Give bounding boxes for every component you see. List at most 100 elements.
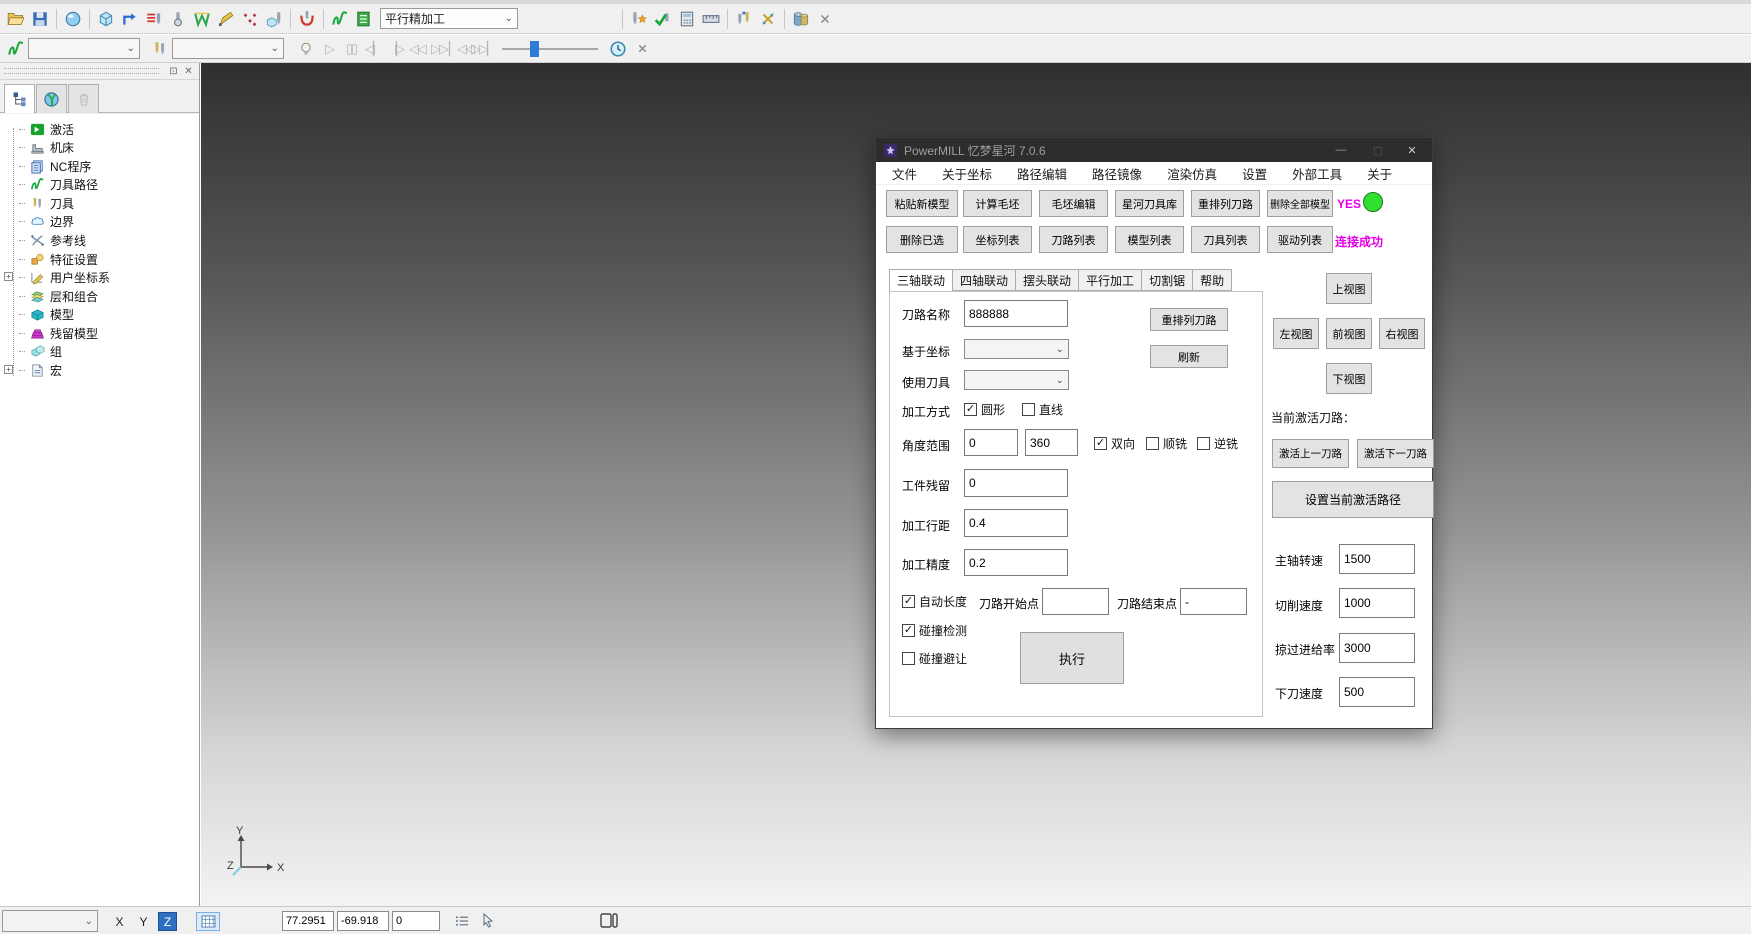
menu-file[interactable]: 文件 — [892, 164, 917, 183]
angle-to-input[interactable] — [1025, 429, 1078, 456]
tree-item-levels-and-sets[interactable]: 层和组合 — [19, 287, 98, 305]
tree-item-toolpaths[interactable]: 刀具路径 — [19, 175, 98, 193]
coord-z-input[interactable] — [392, 911, 440, 931]
lamp-icon[interactable] — [294, 37, 318, 61]
tolerance-input[interactable] — [964, 549, 1068, 576]
strategy-dropdown[interactable]: 平行精加工 ⌄ — [380, 8, 518, 29]
coord-y-input[interactable] — [337, 911, 389, 931]
bidirectional-checkbox[interactable]: ✓双向 — [1094, 435, 1135, 452]
pm-toolpath-icon[interactable] — [328, 7, 352, 31]
tree-item-models[interactable]: 模型 — [19, 305, 74, 323]
panel-close-icon[interactable]: ✕ — [181, 64, 196, 78]
delete-selected-button[interactable]: 删除已选 — [886, 226, 958, 253]
transform-arrows-icon[interactable] — [756, 7, 780, 31]
tool-block-icon[interactable] — [262, 7, 286, 31]
close-toolbar-icon[interactable] — [630, 37, 654, 61]
ball-tool-icon[interactable] — [166, 7, 190, 31]
save-icon[interactable] — [28, 7, 52, 31]
menu-path-mirror[interactable]: 路径镜像 — [1092, 164, 1142, 183]
collision-avoid-checkbox[interactable]: 碰撞避让 — [902, 650, 967, 667]
tree-item-stock-models[interactable]: 残留模型 — [19, 324, 98, 342]
simulate-tool-icon[interactable] — [295, 7, 319, 31]
tool-library-button[interactable]: 星河刀具库 — [1115, 190, 1184, 217]
panel-grip[interactable]: ⊡ ✕ — [0, 63, 199, 80]
feature-points-icon[interactable] — [238, 7, 262, 31]
view-left-button[interactable]: 左视图 — [1273, 318, 1319, 349]
conventional-mill-checkbox[interactable]: 逆铣 — [1197, 435, 1238, 452]
calc-block-button[interactable]: 计算毛坯 — [963, 190, 1032, 217]
axis-x-button[interactable]: X — [110, 912, 129, 931]
menu-external-tools[interactable]: 外部工具 — [1292, 164, 1342, 183]
start-point-input[interactable] — [1042, 588, 1109, 615]
line-checkbox[interactable]: 直线 — [1022, 401, 1063, 418]
pause-button[interactable]: ▯▯ — [340, 38, 362, 60]
auto-length-checkbox[interactable]: ✓自动长度 — [902, 593, 967, 610]
delete-all-models-button[interactable]: 删除全部模型 — [1267, 190, 1333, 217]
tool-lines-icon[interactable] — [142, 7, 166, 31]
paste-new-model-button[interactable]: 粘贴新模型 — [886, 190, 958, 217]
menu-render-sim[interactable]: 渲染仿真 — [1167, 164, 1217, 183]
model-list-button[interactable]: 模型列表 — [1115, 226, 1184, 253]
menu-settings[interactable]: 设置 — [1242, 164, 1267, 183]
maximize-button[interactable]: ▢ — [1361, 138, 1395, 162]
explorer-tree-tab[interactable] — [4, 84, 35, 113]
menu-path-edit[interactable]: 路径编辑 — [1017, 164, 1067, 183]
pattern-pencil-icon[interactable] — [214, 7, 238, 31]
tab-parallel[interactable]: 平行加工 — [1079, 269, 1142, 291]
axis-z-button[interactable]: Z — [158, 912, 177, 931]
collision-star-icon[interactable] — [627, 7, 651, 31]
rewind-button[interactable]: ◁◁ — [406, 38, 428, 60]
grid-icon[interactable] — [196, 912, 220, 931]
tab-help[interactable]: 帮助 — [1193, 269, 1232, 291]
dialog-titlebar[interactable]: PowerMILL 忆梦星河 7.0.6 — ▢ ✕ — [876, 138, 1432, 162]
go-end-button[interactable]: ▷▷▏ — [472, 38, 494, 60]
tree-item-nc-programs[interactable]: NC程序 — [19, 157, 91, 175]
tab-saw[interactable]: 切割锯 — [1142, 269, 1193, 291]
skim-feed-input[interactable] — [1339, 633, 1415, 663]
view-right-button[interactable]: 右视图 — [1379, 318, 1425, 349]
shaded-view-icon[interactable] — [61, 7, 85, 31]
spindle-speed-input[interactable] — [1339, 544, 1415, 574]
activate-prev-toolpath-button[interactable]: 激活上一刀路 — [1272, 439, 1349, 468]
coord-list-button[interactable]: 坐标列表 — [963, 226, 1032, 253]
edit-block-button[interactable]: 毛坯编辑 — [1039, 190, 1108, 217]
stock-allowance-input[interactable] — [964, 469, 1068, 497]
expander-workplanes[interactable]: + — [4, 272, 13, 281]
sim-tool-dropdown[interactable]: ⌄ — [172, 38, 284, 59]
tree-item-feature-sets[interactable]: 特征设置 — [19, 250, 98, 268]
tool-change-icon[interactable] — [732, 7, 756, 31]
sim-toolpath-dropdown[interactable]: ⌄ — [28, 38, 140, 59]
tree-item-activate[interactable]: 激活 — [19, 120, 74, 138]
toolpath-name-input[interactable] — [964, 300, 1068, 327]
clock-icon[interactable] — [606, 37, 630, 61]
tree-item-macros[interactable]: 宏 — [19, 361, 62, 379]
execute-button[interactable]: 执行 — [1020, 632, 1124, 684]
panel-float-icon[interactable]: ⊡ — [166, 64, 181, 78]
refresh-button[interactable]: 刷新 — [1150, 345, 1228, 368]
tab-4axis[interactable]: 四轴联动 — [953, 269, 1016, 291]
measure-ruler-icon[interactable] — [699, 7, 723, 31]
fast-forward-button[interactable]: ▷▷ — [428, 38, 450, 60]
menu-about[interactable]: 关于 — [1367, 164, 1392, 183]
axis-y-button[interactable]: Y — [134, 912, 153, 931]
coord-x-input[interactable] — [282, 911, 334, 931]
view-front-button[interactable]: 前视图 — [1326, 318, 1372, 349]
cutting-feed-input[interactable] — [1339, 588, 1415, 618]
tree-item-workplanes[interactable]: 用户坐标系 — [19, 268, 110, 286]
toolpath-list-button[interactable]: 刀路列表 — [1039, 226, 1108, 253]
tree-item-tools[interactable]: 刀具 — [19, 194, 74, 212]
angle-from-input[interactable] — [964, 429, 1018, 456]
verify-check-icon[interactable] — [651, 7, 675, 31]
close-toolbar-icon[interactable] — [813, 7, 837, 31]
minimize-button[interactable]: — — [1324, 138, 1358, 162]
globe-view-tab[interactable] — [36, 84, 67, 113]
recycle-bin-tab[interactable] — [68, 84, 99, 113]
slider-handle[interactable] — [530, 41, 539, 57]
tab-3axis[interactable]: 三轴联动 — [889, 269, 953, 292]
close-button[interactable]: ✕ — [1395, 138, 1429, 162]
calculator-icon[interactable] — [675, 7, 699, 31]
simulation-speed-slider[interactable] — [502, 39, 598, 59]
set-active-path-button[interactable]: 设置当前激活路径 — [1272, 481, 1434, 518]
tree-item-machine-tools[interactable]: 机床 — [19, 138, 74, 156]
view-bottom-button[interactable]: 下视图 — [1326, 363, 1372, 394]
